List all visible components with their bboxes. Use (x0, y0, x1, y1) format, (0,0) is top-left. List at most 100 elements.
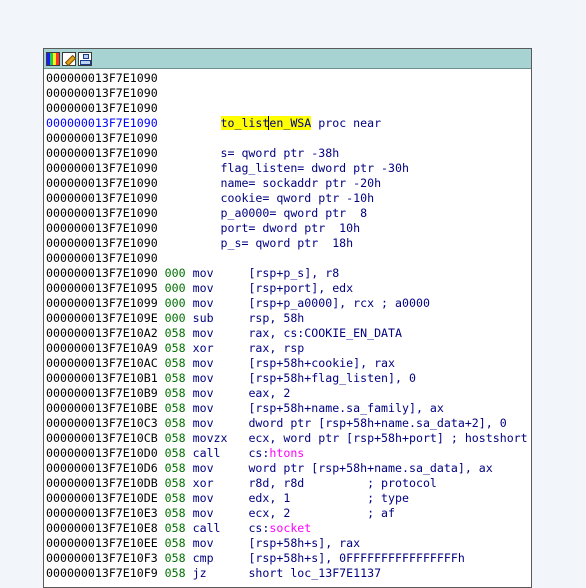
listing-line[interactable]: 000000013F7E10C3 058 mov dword ptr [rsp+5… (44, 416, 531, 431)
listing-line[interactable]: 000000013F7E1090 p_s= qword ptr 18h (44, 236, 531, 251)
line-address: 000000013F7E10BE (46, 401, 158, 415)
instruction-mnemonic[interactable]: mov (193, 536, 249, 551)
instruction-operands[interactable]: edx, 1 ; type (248, 491, 409, 505)
instruction-operands[interactable]: r8d, r8d ; protocol (248, 476, 436, 490)
instruction-operands[interactable]: [rsp+p_s], r8 (248, 266, 339, 280)
instruction-operands[interactable]: ecx, 2 ; af (248, 506, 395, 520)
listing-line[interactable]: 000000013F7E10F9 058 jz short loc_13F7E11… (44, 566, 531, 581)
listing-line[interactable]: 000000013F7E10B1 058 mov [rsp+58h+flag_li… (44, 371, 531, 386)
instruction-mnemonic[interactable]: mov (193, 506, 249, 521)
listing-line[interactable]: 000000013F7E1090 (44, 71, 531, 86)
stack-variable-definition[interactable]: name= sockaddr ptr -20h (221, 176, 382, 190)
instruction-operands[interactable]: word ptr [rsp+58h+name.sa_data], ax (248, 461, 492, 475)
listing-line[interactable]: 000000013F7E10D6 058 mov word ptr [rsp+58… (44, 461, 531, 476)
instruction-operands[interactable]: [rsp+58h+s], 0FFFFFFFFFFFFFFFFh (248, 551, 464, 565)
line-address: 000000013F7E1090 (46, 146, 158, 160)
listing-line[interactable]: 000000013F7E1090 flag_listen= dword ptr … (44, 161, 531, 176)
listing-line[interactable]: 000000013F7E109E 000 sub rsp, 58h (44, 311, 531, 326)
listing-line[interactable]: 000000013F7E1090 s= qword ptr -38h (44, 146, 531, 161)
instruction-mnemonic[interactable]: mov (193, 296, 249, 311)
instruction-operands[interactable]: short loc_13F7E1137 (248, 566, 381, 580)
listing-line[interactable]: 000000013F7E10CB 058 movzx ecx, word ptr … (44, 431, 531, 446)
stack-variable-definition[interactable]: port= dword ptr 10h (221, 221, 361, 235)
graph-view-icon[interactable] (78, 51, 92, 66)
instruction-mnemonic[interactable]: mov (193, 266, 249, 281)
instruction-mnemonic[interactable]: xor (193, 341, 249, 356)
line-address: 000000013F7E1095 (46, 281, 158, 295)
listing-line[interactable]: 000000013F7E1090 (44, 86, 531, 101)
instruction-operands[interactable]: rsp, 58h (248, 311, 304, 325)
instruction-mnemonic[interactable]: xor (193, 476, 249, 491)
stack-variable-definition[interactable]: p_s= qword ptr 18h (221, 236, 354, 250)
instruction-operands[interactable]: [rsp+port], edx (248, 281, 353, 295)
stack-pointer-value: 058 (164, 356, 186, 370)
instruction-mnemonic[interactable]: mov (193, 371, 249, 386)
listing-line[interactable]: 000000013F7E10B9 058 mov eax, 2 (44, 386, 531, 401)
instruction-operands[interactable]: dword ptr [rsp+58h+name.sa_data+2], 0 (248, 416, 506, 430)
instruction-mnemonic[interactable]: jz (193, 566, 249, 581)
imported-function-link[interactable]: htons (269, 446, 304, 460)
instruction-mnemonic[interactable]: mov (193, 461, 249, 476)
listing-line[interactable]: 000000013F7E10EE 058 mov [rsp+58h+s], rax (44, 536, 531, 551)
listing-line[interactable]: 000000013F7E1090 p_a0000= qword ptr 8 (44, 206, 531, 221)
instruction-mnemonic[interactable]: mov (193, 281, 249, 296)
procedure-name[interactable]: to_listen_WSA (220, 116, 312, 130)
stack-variable-definition[interactable]: cookie= qword ptr -10h (221, 191, 375, 205)
listing-line[interactable]: 000000013F7E10AC 058 mov [rsp+58h+cookie]… (44, 356, 531, 371)
listing-line[interactable]: 000000013F7E1090 cookie= qword ptr -10h (44, 191, 531, 206)
instruction-mnemonic[interactable]: movzx (193, 431, 249, 446)
instruction-mnemonic[interactable]: mov (193, 416, 249, 431)
disassembly-listing[interactable]: 000000013F7E1090 000000013F7E1090 00000001… (44, 69, 531, 581)
listing-line[interactable]: 000000013F7E10A2 058 mov rax, cs:COOKIE_E… (44, 326, 531, 341)
listing-line[interactable]: 000000013F7E1090 (44, 101, 531, 116)
stack-pointer-value: 058 (164, 506, 186, 520)
instruction-operands[interactable]: [rsp+58h+name.sa_family], ax (248, 401, 443, 415)
listing-line[interactable]: 000000013F7E10BE 058 mov [rsp+58h+name.sa… (44, 401, 531, 416)
stack-pointer-value: 058 (164, 416, 186, 430)
procedure-name-part: to_list (220, 116, 270, 130)
listing-line[interactable]: 000000013F7E1090 000 mov [rsp+p_s], r8 (44, 266, 531, 281)
instruction-mnemonic[interactable]: call (193, 446, 249, 461)
instruction-mnemonic[interactable]: mov (193, 386, 249, 401)
instruction-operands[interactable]: rax, rsp (248, 341, 304, 355)
listing-line[interactable]: 000000013F7E10DB 058 xor r8d, r8d ; proto… (44, 476, 531, 491)
instruction-mnemonic[interactable]: mov (193, 491, 249, 506)
instruction-mnemonic[interactable]: sub (193, 311, 249, 326)
listing-line[interactable]: 000000013F7E1090 (44, 251, 531, 266)
listing-line[interactable]: 000000013F7E1095 000 mov [rsp+port], edx (44, 281, 531, 296)
line-address: 000000013F7E1090 (46, 191, 158, 205)
listing-line[interactable]: 000000013F7E10A9 058 xor rax, rsp (44, 341, 531, 356)
instruction-mnemonic[interactable]: mov (193, 356, 249, 371)
instruction-operands[interactable]: [rsp+58h+cookie], rax (248, 356, 395, 370)
instruction-operands[interactable]: ecx, word ptr [rsp+58h+port] ; hostshort (248, 431, 527, 445)
listing-line[interactable]: 000000013F7E10DE 058 mov edx, 1 ; type (44, 491, 531, 506)
stack-pointer-value: 058 (164, 386, 186, 400)
instruction-operands[interactable]: [rsp+p_a0000], rcx ; a0000 (248, 296, 429, 310)
instruction-operands[interactable]: [rsp+58h+flag_listen], 0 (248, 371, 416, 385)
stack-variable-definition[interactable]: p_a0000= qword ptr 8 (221, 206, 368, 220)
listing-line[interactable]: 000000013F7E1099 000 mov [rsp+p_a0000], r… (44, 296, 531, 311)
line-address: 000000013F7E10D0 (46, 446, 158, 460)
stack-pointer-value: 058 (164, 326, 186, 340)
stack-variable-definition[interactable]: s= qword ptr -38h (221, 146, 340, 160)
instruction-mnemonic[interactable]: mov (193, 326, 249, 341)
stack-variable-definition[interactable]: flag_listen= dword ptr -30h (221, 161, 409, 175)
instruction-operands[interactable]: [rsp+58h+s], rax (248, 536, 360, 550)
listing-line[interactable]: 000000013F7E10E8 058 call cs:socket (44, 521, 531, 536)
listing-line[interactable]: 000000013F7E10D0 058 call cs:htons (44, 446, 531, 461)
listing-line[interactable]: 000000013F7E1090 to_listen_WSA proc near (44, 116, 531, 131)
listing-line[interactable]: 000000013F7E1090 (44, 131, 531, 146)
instruction-mnemonic[interactable]: cmp (193, 551, 249, 566)
listing-line[interactable]: 000000013F7E10E3 058 mov ecx, 2 ; af (44, 506, 531, 521)
imported-function-link[interactable]: socket (269, 521, 311, 535)
edit-pencil-icon[interactable] (62, 51, 76, 66)
color-palette-icon[interactable] (46, 51, 60, 66)
instruction-mnemonic[interactable]: call (193, 521, 249, 536)
disassembly-window: 000000013F7E1090 000000013F7E1090 00000001… (43, 48, 532, 588)
instruction-mnemonic[interactable]: mov (193, 401, 249, 416)
listing-line[interactable]: 000000013F7E1090 name= sockaddr ptr -20h (44, 176, 531, 191)
listing-line[interactable]: 000000013F7E10F3 058 cmp [rsp+58h+s], 0FF… (44, 551, 531, 566)
instruction-operands[interactable]: eax, 2 (248, 386, 290, 400)
instruction-operands[interactable]: rax, cs:COOKIE_EN_DATA (248, 326, 402, 340)
listing-line[interactable]: 000000013F7E1090 port= dword ptr 10h (44, 221, 531, 236)
